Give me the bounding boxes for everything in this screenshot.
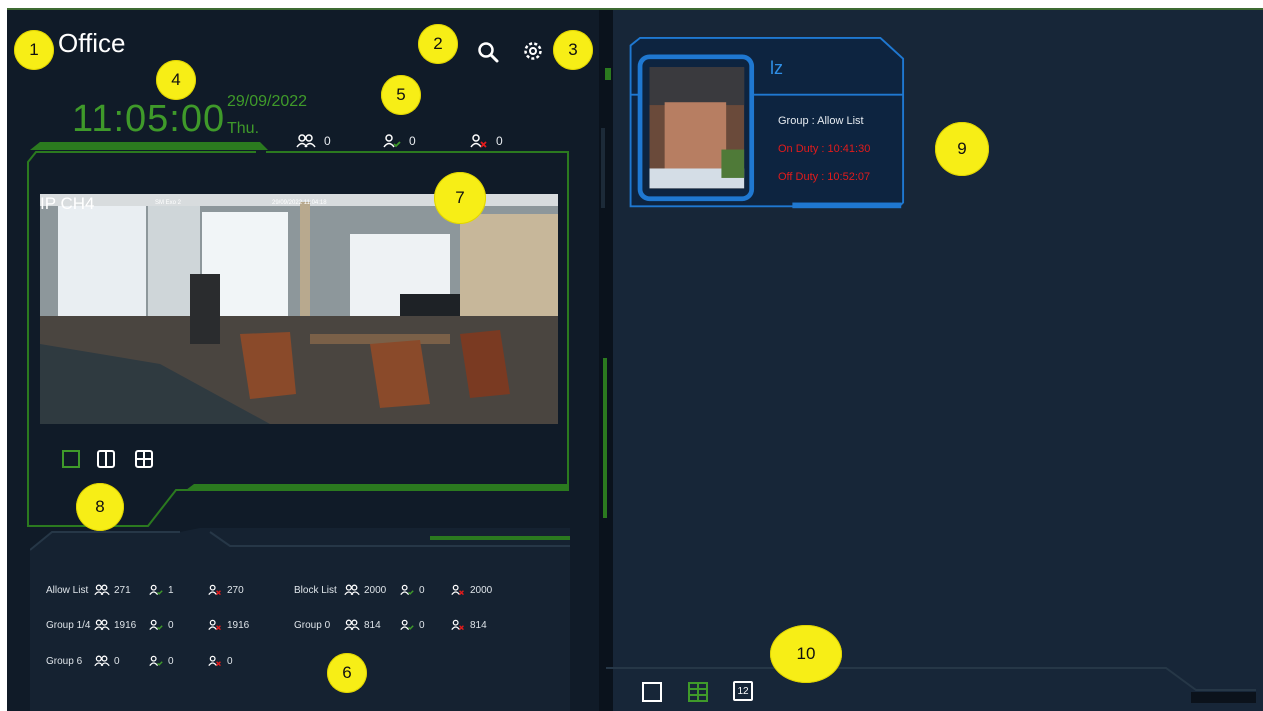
- person-check-icon: [400, 619, 414, 631]
- annotation-badge-7: 7: [434, 172, 486, 224]
- layout-split-button[interactable]: [97, 450, 115, 473]
- person-deny-icon: [208, 619, 221, 631]
- card-on-duty: On Duty : 10:41:30: [778, 143, 871, 155]
- annotation-badge-9: 9: [935, 122, 989, 176]
- layout-grid-icon: [688, 682, 708, 702]
- group-total: 2000: [364, 584, 387, 596]
- group-denied: 0: [227, 655, 233, 667]
- people-icon: [94, 655, 110, 667]
- group-denied: 1916: [227, 619, 250, 631]
- group-denied: 814: [470, 619, 487, 631]
- layout-quad-icon: [135, 450, 153, 468]
- clock-underline: [30, 142, 268, 150]
- layout-12-icon: 12: [737, 685, 749, 697]
- annotation-badge-10: 10: [770, 625, 842, 683]
- annotation-badge-3: 3: [553, 30, 593, 70]
- camera-feed[interactable]: [40, 194, 558, 424]
- person-deny-icon: [451, 619, 464, 631]
- group-name: Group 1/4: [46, 619, 91, 631]
- annotation-badge-4: 4: [156, 60, 196, 100]
- annotation-badge-6: 6: [327, 653, 367, 693]
- recognition-card[interactable]: [620, 36, 908, 212]
- stat-denied: 0: [470, 134, 503, 148]
- group-denied: 270: [227, 584, 244, 596]
- clock-date: 29/09/2022: [227, 93, 308, 110]
- group-denied: 2000: [470, 584, 493, 596]
- people-icon: [344, 584, 360, 596]
- group-allowed: 0: [419, 584, 425, 596]
- settings-button[interactable]: [522, 40, 544, 67]
- group-total: 271: [114, 584, 131, 596]
- group-row-group-0: Group 0 814 0 814: [294, 619, 487, 631]
- right-layout-grid-button[interactable]: [688, 682, 708, 707]
- search-icon: [478, 42, 499, 63]
- person-check-icon: [149, 619, 163, 631]
- top-border: [7, 8, 1263, 10]
- person-check-icon: [400, 584, 414, 596]
- stat-total-value: 0: [324, 134, 331, 148]
- group-allowed: 1: [168, 584, 174, 596]
- layout-single-icon: [642, 682, 662, 702]
- people-icon: [296, 134, 316, 148]
- group-row-group-1-4: Group 1/4 1916 0 1916: [46, 619, 249, 631]
- stat-allowed: 0: [383, 134, 416, 148]
- layout-single-button[interactable]: [62, 450, 80, 473]
- people-icon: [94, 584, 110, 596]
- group-row-group-6: Group 6 0 0 0: [46, 655, 233, 667]
- annotation-badge-5: 5: [381, 75, 421, 115]
- person-deny-icon: [208, 655, 221, 667]
- annotation-badge-1: 1: [14, 30, 54, 70]
- layout-quad-button[interactable]: [135, 450, 153, 473]
- annotation-badge-8: 8: [76, 483, 124, 531]
- camera-scene: [40, 194, 558, 424]
- people-icon: [94, 619, 110, 631]
- right-layout-12-button[interactable]: 12: [733, 681, 753, 701]
- annotation-badge-2: 2: [418, 24, 458, 64]
- layout-split-icon: [97, 450, 115, 468]
- group-row-allow-list: Allow List 271 1 270: [46, 584, 244, 596]
- group-allowed: 0: [419, 619, 425, 631]
- gear-icon: [524, 42, 542, 60]
- group-total: 0: [114, 655, 120, 667]
- clock-weekday: Thu.: [227, 120, 260, 137]
- group-total: 814: [364, 619, 381, 631]
- page-title: Office: [58, 28, 126, 58]
- group-name: Block List: [294, 584, 337, 596]
- card-person-name: lz: [770, 58, 783, 78]
- stat-denied-value: 0: [496, 134, 503, 148]
- person-check-icon: [383, 134, 401, 148]
- group-total: 1916: [114, 619, 137, 631]
- layout-single-icon: [62, 450, 80, 468]
- group-name: Group 0: [294, 619, 331, 631]
- card-group: Group : Allow List: [778, 115, 864, 127]
- person-deny-icon: [470, 134, 487, 148]
- group-name: Group 6: [46, 655, 83, 667]
- group-allowed: 0: [168, 619, 174, 631]
- camera-overlay-name: SM Exo 2: [155, 200, 182, 206]
- stat-total: 0: [296, 134, 331, 148]
- stat-allowed-value: 0: [409, 134, 416, 148]
- camera-overlay-time: 29/09/2022 11:04:18: [272, 200, 327, 206]
- person-deny-icon: [208, 584, 221, 596]
- person-deny-icon: [451, 584, 464, 596]
- camera-channel-label: IP CH4: [40, 194, 95, 213]
- group-row-block-list: Block List 2000 0 2000: [294, 584, 492, 596]
- clock-time: 11:05:00: [72, 98, 226, 140]
- right-layout-single-button[interactable]: [642, 682, 662, 707]
- people-icon: [344, 619, 360, 631]
- person-check-icon: [149, 584, 163, 596]
- search-button[interactable]: [476, 40, 500, 69]
- group-allowed: 0: [168, 655, 174, 667]
- card-off-duty: Off Duty : 10:52:07: [778, 171, 871, 183]
- person-check-icon: [149, 655, 163, 667]
- panel-divider: [599, 8, 613, 711]
- group-name: Allow List: [46, 584, 89, 596]
